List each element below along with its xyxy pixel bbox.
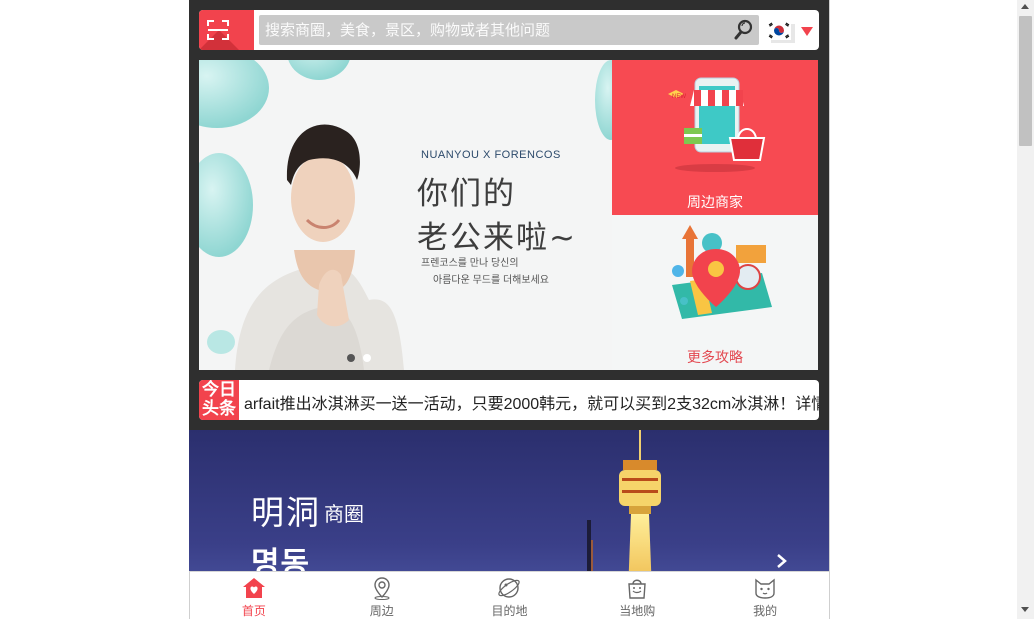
banner-korean-line2: 아름다운 무드를 더해보세요 [433,275,549,286]
carousel-dot[interactable] [363,354,371,362]
more-guides-tile[interactable]: 更多攻略 [612,215,818,370]
language-dropdown-caret-icon[interactable] [801,27,813,36]
banner-korean-line1: 프렌코스를 만나 당신의 [421,258,519,269]
vertical-scrollbar[interactable] [1017,0,1034,619]
location-pin-icon [373,577,390,600]
district-title-suffix: 商圈 [324,502,364,526]
scroll-thumb[interactable] [1019,16,1032,146]
chevron-right-icon[interactable] [775,553,789,569]
scan-button[interactable] [199,10,254,50]
tab-home-label: 首页 [241,604,266,618]
map-pin-travel-icon [672,225,772,319]
more-guides-label: 更多攻略 [687,349,743,365]
tab-profile[interactable]: 我的 [701,572,829,619]
shop-storefront-icon: NEW [668,77,766,172]
tab-local-shopping[interactable]: 当地购 [573,572,701,619]
promo-banner[interactable]: NUANYOU X FORENCOS 你们的 老公来啦~ 프렌코스를 만나 당신… [199,60,612,370]
bottom-tab-bar: 首页 周边 目的地 当地购 我的 [189,571,830,619]
search-icon[interactable] [734,19,754,41]
ticker-headline[interactable]: arfait推出冰淇淋买一送一活动，只要2000韩元，就可以买到2支32cm冰淇… [244,390,819,414]
tab-home[interactable]: 首页 [190,572,318,619]
nearby-merchants-tile[interactable]: NEW 周边商家 [612,60,818,215]
carousel-dots [347,349,379,367]
scroll-up-arrow-icon[interactable] [1021,4,1029,9]
cat-face-icon [755,578,775,599]
svg-text:NEW: NEW [672,94,686,100]
page: NUANYOU X FORENCOS 你们的 老公来啦~ 프렌코스를 만나 당신… [0,0,1034,619]
home-heart-icon [242,578,265,598]
tab-destination[interactable]: 目的地 [446,572,574,619]
south-korea-flag-icon[interactable] [767,21,795,43]
banner-brand: NUANYOU X FORENCOS [421,149,561,161]
carousel-dot[interactable] [347,354,355,362]
planet-icon [498,578,521,598]
news-ticker[interactable]: 今日头条 arfait推出冰淇淋买一送一活动，只要2000韩元，就可以买到2支3… [199,380,819,420]
tab-nearby[interactable]: 周边 [318,572,446,619]
search-input[interactable] [259,15,759,45]
banner-headline-line2: 老公来啦~ [417,220,577,256]
nearby-merchants-label: 周边商家 [687,194,743,210]
tab-profile-label: 我的 [753,604,778,618]
shopping-bag-icon [628,579,647,599]
district-title: 明洞 [251,493,321,532]
tab-local-shopping-label: 当地购 [619,604,656,618]
scroll-down-arrow-icon[interactable] [1021,607,1029,612]
tab-destination-label: 目的地 [491,604,528,618]
today-headlines-badge: 今日头条 [199,380,239,420]
search-bar [199,10,819,50]
tab-nearby-label: 周边 [369,604,394,618]
app-frame: NUANYOU X FORENCOS 你们的 老公来啦~ 프렌코스를 만나 당신… [189,0,830,619]
banner-headline-line1: 你们的 [417,176,516,212]
scan-icon [207,20,229,40]
